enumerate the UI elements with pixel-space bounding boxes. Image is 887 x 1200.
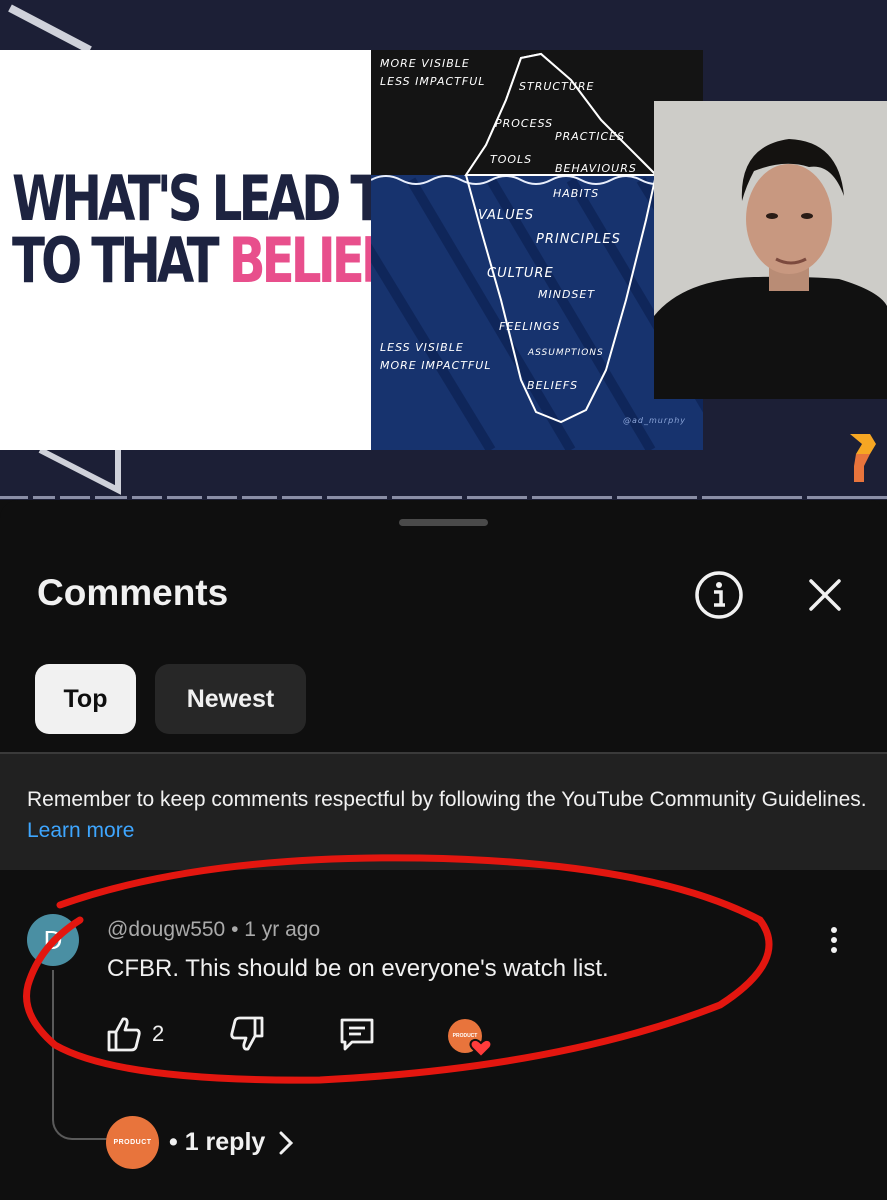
thumbs-up-icon — [107, 1017, 141, 1052]
iceberg-note-top-2: Less impactful — [380, 75, 486, 88]
channel-brand-logo — [850, 434, 876, 482]
like-button[interactable]: 2 — [106, 1015, 164, 1053]
iceberg-word: Practices — [555, 130, 626, 143]
slide-text-panel: WHAT'S LEAD THEM TO THAT BELIEF? — [0, 50, 493, 450]
iceberg-word: Values — [478, 208, 535, 223]
like-count: 2 — [152, 1021, 165, 1046]
slide-headline-line-2: TO THAT BELIEF? — [12, 224, 418, 297]
close-button[interactable] — [800, 570, 850, 620]
heart-icon — [469, 1038, 493, 1059]
learn-more-link[interactable]: Learn more — [27, 819, 134, 842]
presenter-illustration — [654, 101, 887, 399]
reply-thread-line — [52, 970, 107, 1140]
comment-more-button[interactable] — [818, 920, 850, 960]
iceberg-word: Principles — [536, 232, 621, 247]
comments-title: Comments — [37, 572, 229, 613]
iceberg-word: Habits — [553, 187, 600, 200]
dislike-button[interactable] — [229, 1015, 265, 1053]
info-button[interactable] — [690, 566, 748, 624]
reply-comment-icon — [340, 1018, 374, 1051]
reply-button[interactable] — [338, 1015, 376, 1053]
replies-label: • 1 reply — [169, 1128, 266, 1156]
community-guidelines-notice: Remember to keep comments respectful by … — [0, 752, 887, 870]
reply-author-avatar-text: PRODUCT — [113, 1139, 152, 1146]
notice-text: Remember to keep comments respectful by … — [27, 788, 867, 811]
iceberg-word: Assumptions — [528, 348, 604, 358]
slide-headline-line-1: WHAT'S LEAD THEM — [12, 162, 493, 235]
iceberg-word: Behaviours — [555, 162, 637, 175]
view-replies-button[interactable]: PRODUCT • 1 reply — [106, 1116, 297, 1169]
video-player[interactable]: WHAT'S LEAD THEM TO THAT BELIEF? More vi… — [0, 0, 887, 500]
chevron-right-icon — [279, 1131, 294, 1154]
close-icon — [809, 579, 841, 611]
replies-count: 1 reply — [184, 1128, 266, 1156]
slide-headline: WHAT'S LEAD THEM TO THAT BELIEF? — [12, 162, 493, 297]
more-vertical-icon — [831, 927, 837, 953]
reply-author-avatar: PRODUCT — [106, 1116, 159, 1169]
iceberg-word: Mindset — [538, 288, 596, 301]
sort-chip-newest[interactable]: Newest — [155, 664, 306, 734]
iceberg-word: Culture — [487, 266, 554, 281]
screen: WHAT'S LEAD THEM TO THAT BELIEF? More vi… — [0, 0, 887, 1200]
comment-text: CFBR. This should be on everyone's watch… — [107, 955, 609, 982]
iceberg-note-bottom-2: More impactful — [380, 359, 492, 372]
iceberg-word: Feelings — [499, 320, 561, 333]
comments-sheet: Comments Top Newest Remember to keep com… — [0, 500, 887, 1200]
notice-text-block: Remember to keep comments respectful by … — [27, 784, 867, 846]
iceberg-word: Tools — [490, 153, 533, 166]
thumbs-down-icon — [230, 1016, 264, 1051]
info-icon — [695, 571, 743, 619]
iceberg-note-top-1: More visible — [380, 57, 470, 70]
comment-author[interactable]: @dougw550 — [107, 918, 225, 941]
presenter-webcam — [654, 101, 887, 399]
comment-author-avatar[interactable]: D — [27, 914, 79, 966]
sort-chip-top[interactable]: Top — [35, 664, 136, 734]
iceberg-word: Structure — [519, 80, 595, 93]
sheet-drag-handle[interactable] — [399, 519, 488, 526]
iceberg-word: Process — [495, 117, 554, 130]
iceberg-note-bottom-1: Less visible — [380, 341, 464, 354]
iceberg-credit: @ad_murphy — [623, 416, 687, 425]
comment-meta: @dougw550 • 1 yr ago — [107, 918, 321, 941]
comment-time: 1 yr ago — [244, 918, 321, 941]
iceberg-word: Beliefs — [527, 379, 579, 392]
